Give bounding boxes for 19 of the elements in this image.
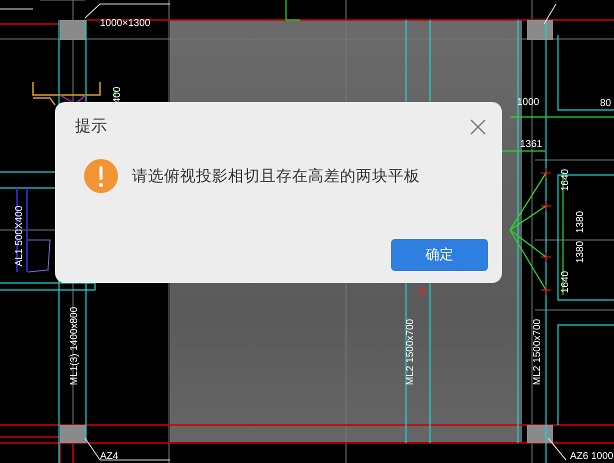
dimension-label: 1640 (560, 168, 571, 192)
dimension-label: ML2 1500x700 (405, 318, 416, 386)
dimension-label: 1640 (560, 270, 571, 294)
dialog-message: 请选俯视投影相切且存在高差的两块平板 (132, 166, 420, 186)
dimension-label: ML2 1500x700 (532, 318, 543, 386)
confirm-button[interactable]: 确定 (391, 239, 488, 271)
dimension-label: 400 (112, 86, 123, 104)
dimension-label: 1380 (575, 210, 586, 234)
dimension-label: AZ6 1000 (570, 451, 614, 462)
dimension-label: AL1 500X400 (14, 206, 25, 266)
dimension-label: 80 (600, 98, 612, 109)
warning-icon (84, 159, 118, 193)
dimension-label: AZ4 (100, 451, 118, 462)
dimension-label: 1361 (520, 139, 542, 150)
close-icon[interactable] (470, 118, 486, 134)
dialog-title: 提示 (75, 116, 107, 137)
dimension-label: 1000×1300 (100, 18, 150, 29)
dimension-label: ML1(3) 1400x800 (69, 306, 80, 386)
dimension-label: 1380 (575, 240, 586, 264)
